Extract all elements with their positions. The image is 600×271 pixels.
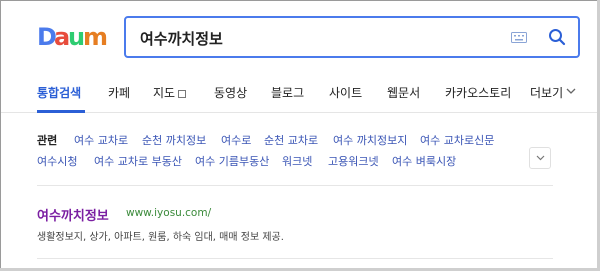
related-label: 관련 — [37, 134, 58, 147]
tab-map[interactable]: 지도 — [153, 84, 187, 101]
related-link[interactable]: 순천 까치정보 — [142, 132, 206, 148]
related-link[interactable]: 여수 교차로 — [74, 132, 128, 148]
tab-kakaostory[interactable]: 카카오스토리 — [445, 84, 511, 101]
tab-site[interactable]: 사이트 — [329, 84, 362, 101]
related-expand-button[interactable] — [529, 147, 551, 169]
tab-more[interactable]: 더보기 — [530, 84, 563, 101]
tab-integrated[interactable]: 통합검색 — [37, 84, 81, 101]
chevron-down-icon[interactable] — [566, 88, 576, 95]
svg-text:m: m — [83, 23, 108, 51]
related-link[interactable]: 여수 교차로 부동산 — [94, 153, 182, 169]
related-link[interactable]: 여수 까치정보지 — [333, 132, 407, 148]
related-link[interactable]: 여수 교차로신문 — [420, 132, 494, 148]
map-box-icon — [178, 89, 187, 98]
divider — [37, 258, 553, 259]
browser-frame: D a u m 여수까치정보 통합검색 카페 지도 동영상 블로그 사이트 웹문… — [0, 0, 600, 271]
related-link[interactable]: 여수 벼룩시장 — [392, 153, 456, 169]
related-link[interactable]: 워크넷 — [282, 153, 312, 169]
tab-webdoc[interactable]: 웹문서 — [387, 84, 420, 101]
result-title-link[interactable]: 여수까치정보 — [37, 205, 109, 224]
search-box[interactable]: 여수까치정보 — [124, 16, 580, 58]
result-description: 생활정보지, 상가, 아파트, 원룸, 하숙 임대, 매매 정보 제공. — [37, 232, 284, 243]
tab-video[interactable]: 동영상 — [214, 84, 247, 101]
related-link[interactable]: 고용워크넷 — [328, 153, 379, 169]
search-tabs: 통합검색 카페 지도 동영상 블로그 사이트 웹문서 카카오스토리 더보기 — [1, 73, 600, 113]
tab-blog[interactable]: 블로그 — [271, 84, 304, 101]
result-url[interactable]: www.iyosu.com/ — [126, 207, 211, 219]
search-input[interactable]: 여수까치정보 — [140, 28, 223, 49]
divider — [37, 185, 553, 186]
related-link[interactable]: 순천 교차로 — [264, 132, 318, 148]
chevron-down-icon — [536, 155, 545, 161]
search-icon[interactable] — [548, 28, 566, 46]
related-link[interactable]: 여수 기름부동산 — [195, 153, 269, 169]
related-link[interactable]: 여수시청 — [37, 153, 77, 169]
tab-cafe[interactable]: 카페 — [108, 84, 130, 101]
active-tab-indicator — [37, 110, 85, 113]
related-link[interactable]: 여수로 — [221, 132, 251, 148]
keyboard-icon[interactable] — [511, 32, 527, 43]
daum-logo[interactable]: D a u m — [37, 21, 109, 51]
